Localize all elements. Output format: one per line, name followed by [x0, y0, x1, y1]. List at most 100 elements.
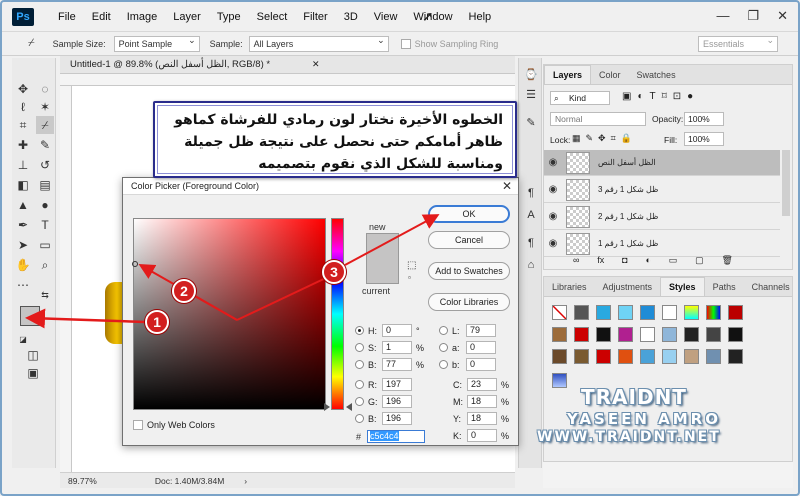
menu-select[interactable]: Select — [249, 11, 296, 23]
radio-h[interactable] — [355, 326, 364, 335]
menu-type[interactable]: Type — [209, 11, 249, 23]
style-swatch[interactable] — [728, 349, 743, 364]
add-mask-icon[interactable]: ◘ — [622, 255, 627, 269]
glyphs-panel-icon[interactable]: ¶ — [524, 236, 538, 250]
radio-lab-b[interactable] — [439, 360, 448, 369]
fill-input[interactable]: 100% — [684, 132, 724, 146]
style-swatch-none[interactable] — [552, 305, 567, 320]
properties-panel-icon[interactable]: ☰ — [524, 88, 538, 102]
sample-select[interactable]: All Layers — [248, 35, 389, 52]
menu-filter[interactable]: Filter — [295, 11, 335, 23]
style-swatch[interactable] — [640, 349, 655, 364]
crop-tool-icon[interactable]: ⌗ — [14, 116, 32, 134]
hue-slider[interactable] — [331, 218, 344, 410]
style-swatch[interactable] — [596, 349, 611, 364]
style-swatch[interactable] — [596, 305, 611, 320]
delete-layer-icon[interactable]: 🗑 — [722, 255, 733, 269]
l-input[interactable]: 79 — [466, 324, 496, 337]
radio-r[interactable] — [355, 380, 364, 389]
shape-tool-icon[interactable]: ▭ — [36, 236, 54, 254]
fx-icon[interactable]: fx — [597, 255, 604, 269]
lasso-tool-icon[interactable]: ℓ — [14, 98, 32, 116]
blue-input[interactable]: 196 — [382, 412, 412, 425]
style-swatch[interactable] — [552, 349, 567, 364]
clone-stamp-icon[interactable]: ⊥ — [14, 156, 32, 174]
document-tab[interactable]: Untitled-1 @ 89.8% (الظل أسفل النص, RGB/… — [60, 56, 515, 74]
menu-help[interactable]: Help — [461, 11, 500, 23]
quick-mask-icon[interactable]: ◫ — [24, 346, 42, 364]
style-swatch[interactable] — [574, 305, 589, 320]
style-swatch[interactable] — [618, 305, 633, 320]
hue-slider-handle-right[interactable] — [346, 403, 352, 411]
style-swatch[interactable] — [728, 327, 743, 342]
workspace-select[interactable]: Essentials — [698, 35, 778, 52]
hue-slider-handle-left[interactable] — [324, 403, 330, 411]
gradient-tool-icon[interactable]: ▤ — [36, 176, 54, 194]
tab-swatches[interactable]: Swatches — [629, 66, 684, 84]
a-input[interactable]: 0 — [466, 341, 496, 354]
style-swatch[interactable] — [574, 327, 589, 342]
path-selection-icon[interactable]: ➤ — [14, 236, 32, 254]
radio-a[interactable] — [439, 343, 448, 352]
magic-wand-icon[interactable]: ✶ — [36, 98, 54, 116]
h-input[interactable]: 0 — [382, 324, 412, 337]
zoom-level[interactable]: 89.77% — [68, 476, 97, 486]
style-swatch[interactable] — [552, 327, 567, 342]
tab-color[interactable]: Color — [591, 66, 629, 84]
color-field-marker[interactable] — [132, 261, 138, 267]
tab-styles[interactable]: Styles — [660, 277, 705, 296]
visibility-eye-icon[interactable]: ◉ — [544, 211, 562, 222]
radio-l[interactable] — [439, 326, 448, 335]
g-input[interactable]: 196 — [382, 395, 412, 408]
dodge-tool-icon[interactable]: ● — [36, 196, 54, 214]
add-to-swatches-button[interactable]: Add to Swatches — [428, 262, 510, 280]
tab-adjustments[interactable]: Adjustments — [595, 278, 661, 296]
character-panel-icon[interactable]: A — [524, 208, 538, 222]
restore-button[interactable]: ❐ — [747, 8, 759, 24]
paragraph-panel-icon[interactable]: ¶ — [524, 186, 538, 200]
radio-g[interactable] — [355, 397, 364, 406]
blend-mode-select[interactable]: Normal — [550, 112, 646, 126]
tab-channels[interactable]: Channels — [744, 278, 798, 296]
opacity-input[interactable]: 100% — [684, 112, 724, 126]
minimize-button[interactable]: — — [716, 8, 729, 24]
sample-size-select[interactable]: Point Sample — [113, 35, 200, 52]
swap-colors-icon[interactable]: ⇆ — [36, 286, 54, 304]
screen-mode-icon[interactable]: ▣ — [24, 364, 42, 382]
hex-input[interactable]: c5c4c4 — [367, 430, 425, 443]
type-tool-icon[interactable]: T — [36, 216, 54, 234]
cube-warning-icon[interactable]: ⬚ — [407, 260, 416, 271]
current-color-swatch[interactable] — [367, 258, 398, 283]
marquee-tool-icon[interactable]: ◌ — [36, 80, 54, 98]
layer-row[interactable]: ◉ ظل شكل 1 رقم 2 — [544, 204, 780, 230]
menu-edit[interactable]: Edit — [84, 11, 119, 23]
new-group-icon[interactable]: ▭ — [669, 255, 678, 269]
style-swatch[interactable] — [706, 327, 721, 342]
style-swatch[interactable] — [706, 349, 721, 364]
style-swatch[interactable] — [618, 327, 633, 342]
menu-file[interactable]: File — [50, 11, 84, 23]
web-safe-icon[interactable]: ▫ — [408, 273, 411, 282]
tab-paths[interactable]: Paths — [705, 278, 744, 296]
menu-image[interactable]: Image — [119, 11, 166, 23]
healing-brush-icon[interactable]: ✚ — [14, 136, 32, 154]
style-swatch[interactable] — [684, 349, 699, 364]
style-swatch[interactable] — [640, 305, 655, 320]
move-tool-icon[interactable]: ✥ — [14, 80, 32, 98]
only-web-colors-checkbox[interactable] — [133, 420, 143, 430]
hand-tool-icon[interactable]: ✋ — [14, 256, 32, 274]
layers-scrollbar[interactable] — [782, 150, 790, 216]
brush-panel-icon[interactable]: ✎ — [524, 116, 538, 130]
eyedropper-icon[interactable]: ⌿ — [28, 37, 35, 50]
lock-icons[interactable]: ▦✎✥⌗🔒 — [572, 133, 637, 144]
more-tools-icon[interactable]: ⋯ — [14, 276, 32, 294]
color-libraries-button[interactable]: Color Libraries — [428, 293, 510, 311]
layer-row[interactable]: ◉ ظل شكل 1 رقم 1 — [544, 231, 780, 257]
lab-b-input[interactable]: 0 — [466, 358, 496, 371]
style-swatch[interactable] — [662, 305, 677, 320]
radio-b[interactable] — [355, 360, 364, 369]
style-swatch[interactable] — [728, 305, 743, 320]
layer-filter-kind[interactable]: ⌕ Kind — [550, 91, 610, 105]
radio-s[interactable] — [355, 343, 364, 352]
brush-tool-icon[interactable]: ✎ — [36, 136, 54, 154]
